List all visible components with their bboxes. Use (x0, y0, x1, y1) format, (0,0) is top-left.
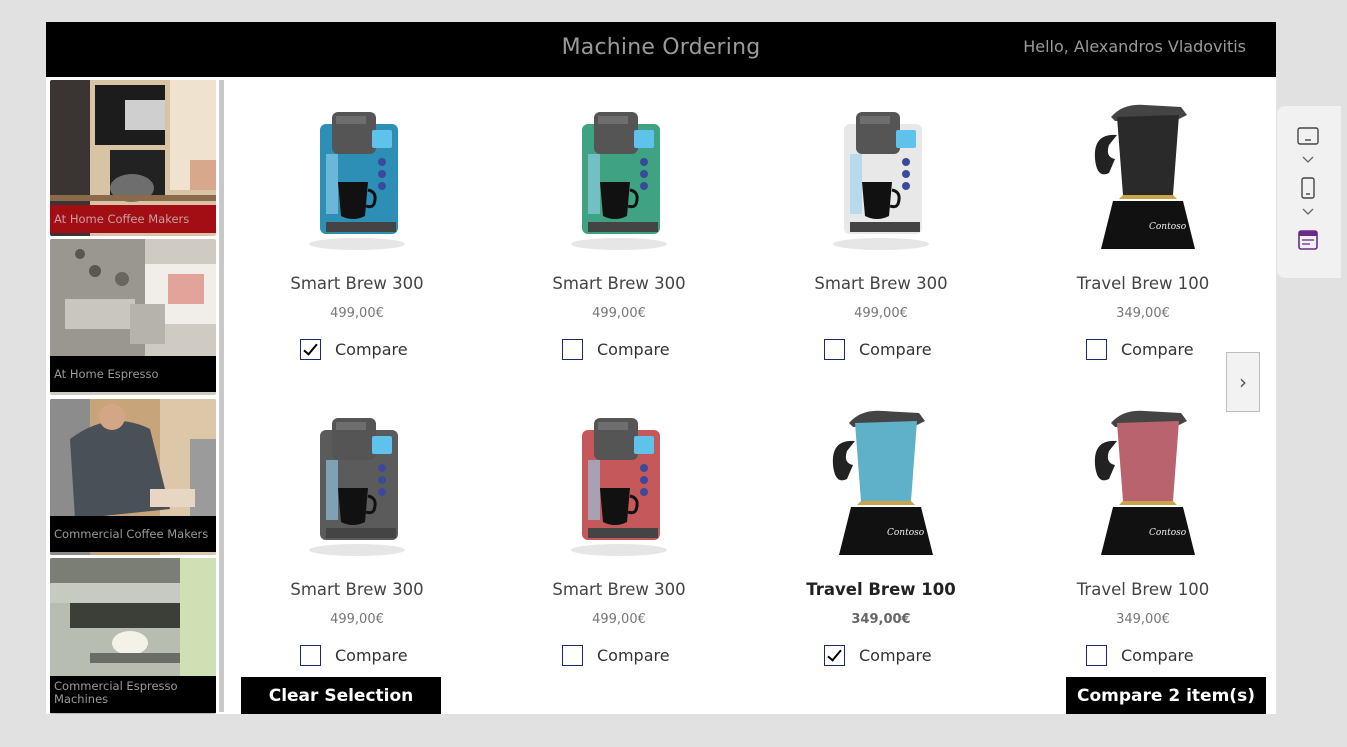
product-card[interactable]: Smart Brew 300 499,00€ Compare (242, 94, 472, 384)
product-price: 499,00€ (854, 306, 908, 321)
category-at-home-espresso-machines[interactable]: At Home Espresso Machines (50, 239, 216, 395)
category-label: Commercial Espresso Machines (50, 676, 216, 713)
product-image[interactable]: Contoso (766, 400, 996, 570)
header-bar: Machine Ordering Hello, Alexandros Vlado… (46, 22, 1276, 77)
checkbox-box[interactable] (300, 338, 321, 360)
product-image[interactable] (242, 94, 472, 264)
smart-brew-machine-image (309, 112, 405, 250)
product-name: Travel Brew 100 (806, 580, 956, 599)
checkbox-box[interactable] (300, 644, 321, 666)
compare-label: Compare (597, 339, 670, 359)
chevron-right-icon: › (1239, 370, 1247, 394)
compare-checkbox[interactable]: Compare (824, 337, 932, 361)
product-card[interactable]: Smart Brew 300 499,00€ Compare (766, 94, 996, 384)
smart-brew-machine-image (571, 418, 667, 556)
product-card[interactable]: Contoso Travel Brew 100 349,00€ Compare (1028, 94, 1258, 384)
product-name: Smart Brew 300 (814, 274, 948, 293)
product-price: 499,00€ (330, 306, 384, 321)
product-image[interactable]: Contoso (1028, 400, 1258, 570)
product-card[interactable]: Contoso Travel Brew 100 349,00€ Compare (1028, 400, 1258, 690)
product-price: 499,00€ (592, 306, 646, 321)
product-price: 349,00€ (851, 612, 911, 627)
smart-brew-machine-image (309, 418, 405, 556)
product-name: Travel Brew 100 (1076, 274, 1210, 293)
compare-checkbox[interactable]: Compare (824, 643, 932, 667)
product-name: Travel Brew 100 (1076, 580, 1210, 599)
compare-checkbox[interactable]: Compare (300, 337, 408, 361)
compare-label: Compare (597, 645, 670, 665)
next-page-button[interactable]: › (1226, 352, 1260, 412)
category-label: At Home Espresso Machines (50, 356, 216, 392)
chevron-down-icon[interactable] (1302, 154, 1314, 164)
product-card[interactable]: Contoso Travel Brew 100 349,00€ Compare (766, 400, 996, 690)
compare-checkbox[interactable]: Compare (562, 643, 670, 667)
product-card[interactable]: Smart Brew 300 499,00€ Compare (242, 400, 472, 690)
product-image[interactable]: Contoso (1028, 94, 1258, 264)
checkbox-box[interactable] (562, 338, 583, 360)
compare-items-button[interactable]: Compare 2 item(s) (1066, 677, 1266, 714)
category-commercial-espresso-machines[interactable]: Commercial Espresso Machines (50, 558, 216, 714)
checkbox-box[interactable] (1086, 338, 1107, 360)
svg-text:Contoso: Contoso (1149, 222, 1187, 232)
smart-brew-machine-image (833, 112, 929, 250)
product-image[interactable] (242, 400, 472, 570)
product-name: Smart Brew 300 (552, 274, 686, 293)
category-sidebar: At Home Coffee Makers At Home Espresso M… (50, 80, 216, 714)
compare-checkbox[interactable]: Compare (562, 337, 670, 361)
compare-label: Compare (859, 645, 932, 665)
product-image[interactable] (504, 94, 734, 264)
chevron-down-icon[interactable] (1302, 206, 1314, 216)
category-commercial-coffee-makers[interactable]: Commercial Coffee Makers (50, 399, 216, 555)
phone-icon[interactable] (1295, 176, 1321, 200)
checkbox-box[interactable] (1086, 644, 1107, 666)
compare-checkbox[interactable]: Compare (1086, 337, 1194, 361)
compare-label: Compare (335, 645, 408, 665)
product-card[interactable]: Smart Brew 300 499,00€ Compare (504, 94, 734, 384)
product-image[interactable] (766, 94, 996, 264)
svg-text:Contoso: Contoso (1149, 528, 1187, 538)
clear-selection-button[interactable]: Clear Selection (241, 677, 441, 714)
product-name: Smart Brew 300 (290, 274, 424, 293)
product-price: 349,00€ (1116, 306, 1170, 321)
travel-brew-moka-image: Contoso (832, 410, 933, 555)
tablet-icon[interactable] (1295, 124, 1321, 148)
category-label: Commercial Coffee Makers (50, 516, 216, 552)
compare-checkbox[interactable]: Compare (300, 643, 408, 667)
smart-brew-machine-image (571, 112, 667, 250)
checkbox-box[interactable] (824, 338, 845, 360)
checkbox-box[interactable] (824, 644, 845, 666)
compare-label: Compare (335, 339, 408, 359)
compare-label: Compare (859, 339, 932, 359)
category-at-home-coffee-makers[interactable]: At Home Coffee Makers (50, 80, 216, 236)
sidebar-scrollbar[interactable] (219, 80, 224, 712)
app-canvas: Machine Ordering Hello, Alexandros Vlado… (46, 22, 1276, 714)
user-greeting: Hello, Alexandros Vladovitis (1023, 37, 1246, 56)
compare-label: Compare (1121, 645, 1194, 665)
product-name: Smart Brew 300 (552, 580, 686, 599)
device-preview-panel (1277, 106, 1341, 278)
travel-brew-moka-image: Contoso (1094, 104, 1195, 249)
checkbox-box[interactable] (562, 644, 583, 666)
form-icon[interactable] (1295, 228, 1321, 252)
product-price: 349,00€ (1116, 612, 1170, 627)
compare-checkbox[interactable]: Compare (1086, 643, 1194, 667)
svg-text:Contoso: Contoso (887, 528, 925, 538)
category-label: At Home Coffee Makers (50, 205, 216, 233)
product-card[interactable]: Smart Brew 300 499,00€ Compare (504, 400, 734, 690)
product-price: 499,00€ (330, 612, 384, 627)
product-image[interactable] (504, 400, 734, 570)
travel-brew-moka-image: Contoso (1094, 410, 1195, 555)
product-price: 499,00€ (592, 612, 646, 627)
compare-label: Compare (1121, 339, 1194, 359)
product-name: Smart Brew 300 (290, 580, 424, 599)
